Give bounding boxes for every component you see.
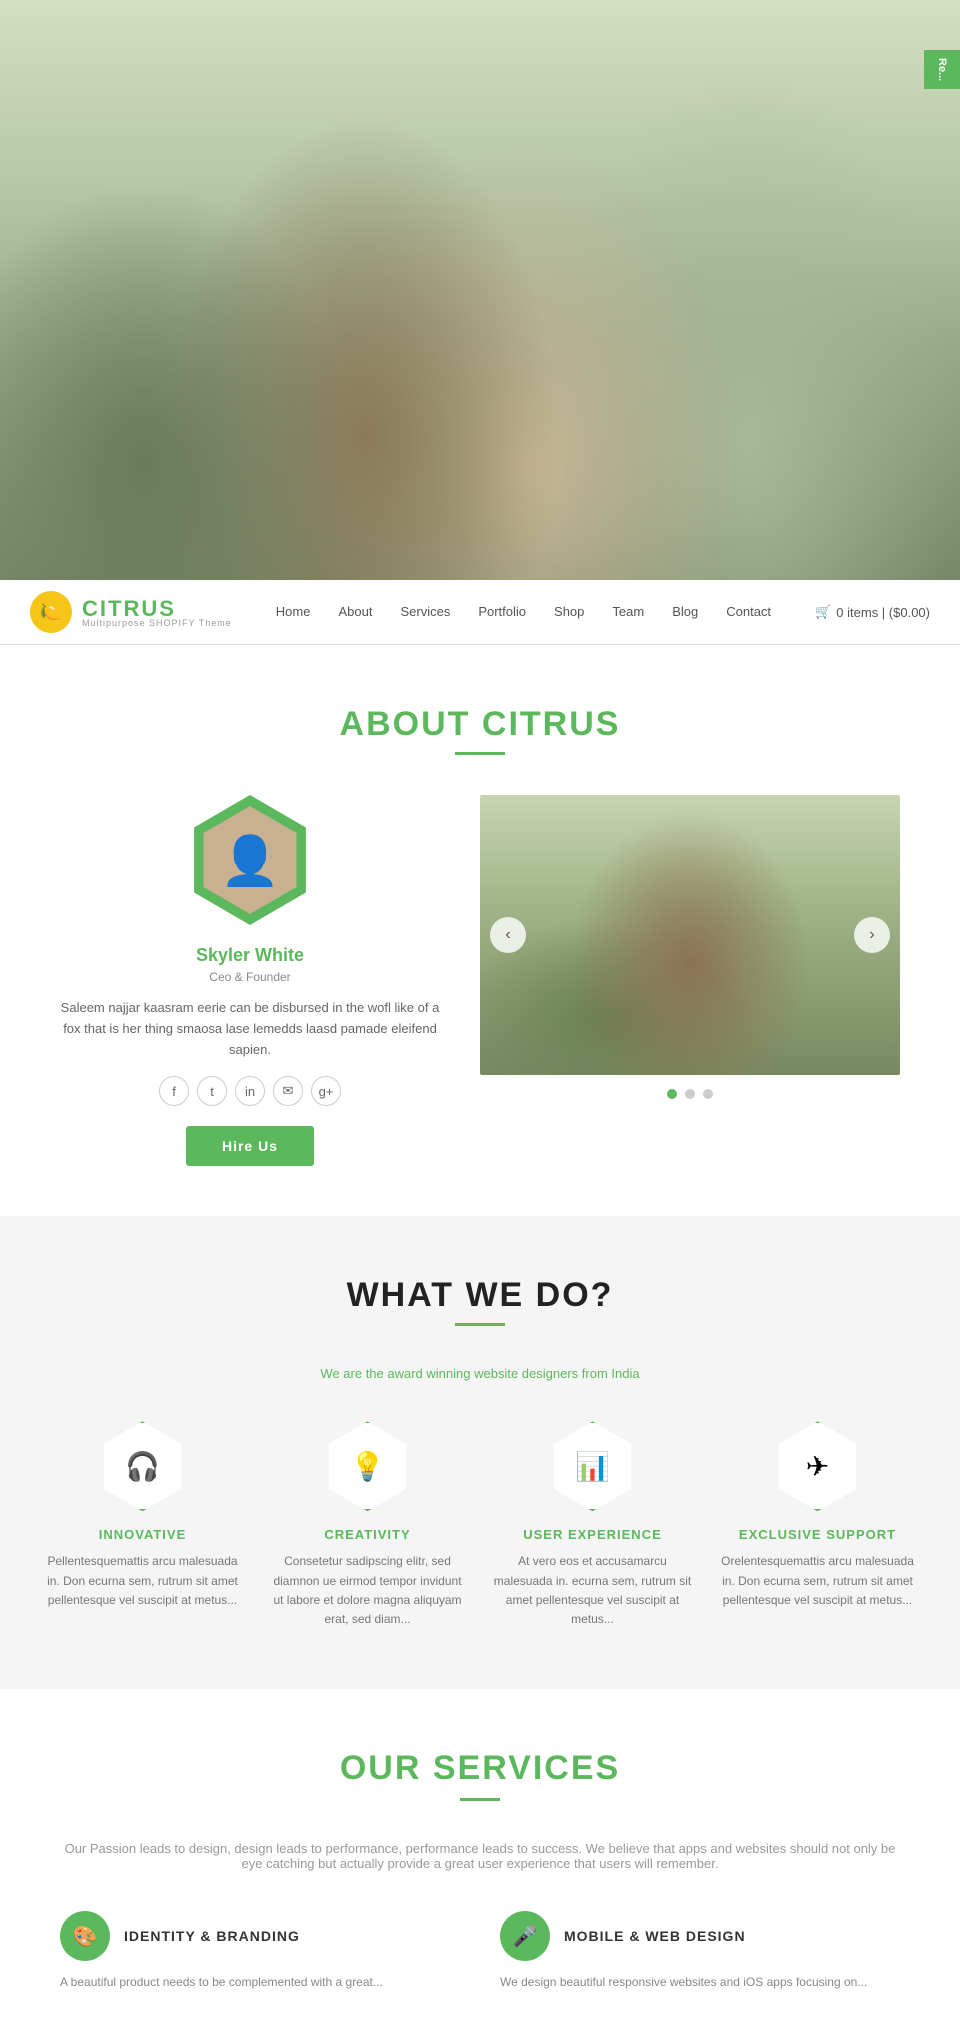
logo-circle: 🍋 bbox=[30, 591, 72, 633]
service-support-icon: ✈ bbox=[773, 1421, 863, 1511]
service-block-webdesign-header: 🎤 MOBILE & WEB DESIGN bbox=[500, 1911, 746, 1961]
service-block-branding-header: 🎨 IDENTITY & BRANDING bbox=[60, 1911, 300, 1961]
slide-prev-button[interactable]: ‹ bbox=[490, 917, 526, 953]
cart-info[interactable]: 🛒 0 items | ($0.00) bbox=[815, 604, 930, 620]
hero-badge: Re... bbox=[924, 50, 960, 89]
title-underline bbox=[455, 752, 505, 755]
service-creativity-icon: 💡 bbox=[323, 1421, 413, 1511]
about-right: ‹ › bbox=[480, 795, 900, 1099]
about-left: 👤 Skyler White Ceo & Founder Saleem najj… bbox=[60, 795, 440, 1166]
service-block-branding-icon: 🎨 bbox=[60, 1911, 110, 1961]
logo[interactable]: 🍋 CITRUS Multipurpose SHOPIFY Theme bbox=[30, 591, 232, 633]
service-block-webdesign-desc: We design beautiful responsive websites … bbox=[500, 1973, 867, 1992]
service-block-webdesign: 🎤 MOBILE & WEB DESIGN We design beautifu… bbox=[500, 1911, 900, 1992]
social-email[interactable]: ✉ bbox=[273, 1076, 303, 1106]
cart-label: 0 items | ($0.00) bbox=[836, 605, 930, 620]
about-section: ABOUT CITRUS 👤 Skyler White Ceo & Founde… bbox=[0, 645, 960, 1216]
what-subtitle: We are the award winning website designe… bbox=[40, 1366, 920, 1381]
service-ux-icon: 📊 bbox=[548, 1421, 638, 1511]
service-block-branding-title: IDENTITY & BRANDING bbox=[124, 1928, 300, 1944]
nav-links: Home About Services Portfolio Shop Team … bbox=[276, 603, 771, 621]
social-googleplus[interactable]: g+ bbox=[311, 1076, 341, 1106]
service-creativity: 💡 CREATIVITY Consetetur sadipscing elitr… bbox=[268, 1421, 468, 1629]
slide-next-button[interactable]: › bbox=[854, 917, 890, 953]
what-title-text: WHAT WE DO? bbox=[40, 1276, 920, 1315]
navbar: 🍋 CITRUS Multipurpose SHOPIFY Theme Home… bbox=[0, 580, 960, 645]
logo-subtitle: Multipurpose SHOPIFY Theme bbox=[82, 618, 232, 628]
about-content: 👤 Skyler White Ceo & Founder Saleem najj… bbox=[60, 795, 900, 1166]
service-block-webdesign-title: MOBILE & WEB DESIGN bbox=[564, 1928, 746, 1944]
slideshow-image bbox=[480, 795, 900, 1075]
dot-2[interactable] bbox=[685, 1089, 695, 1099]
service-ux-desc: At vero eos et accusamarcu malesuada in.… bbox=[493, 1552, 693, 1629]
about-title-normal: ABOUT bbox=[340, 705, 471, 743]
services-grid: 🎧 INNOVATIVE Pellentesquemattis arcu mal… bbox=[40, 1421, 920, 1629]
service-innovative-title: INNOVATIVE bbox=[43, 1527, 243, 1542]
service-innovative: 🎧 INNOVATIVE Pellentesquemattis arcu mal… bbox=[43, 1421, 243, 1629]
nav-item-blog[interactable]: Blog bbox=[672, 604, 698, 619]
what-we-do-title: WHAT WE DO? bbox=[40, 1276, 920, 1326]
social-linkedin[interactable]: in bbox=[235, 1076, 265, 1106]
hire-us-button[interactable]: Hire Us bbox=[186, 1126, 314, 1166]
service-block-branding: 🎨 IDENTITY & BRANDING A beautiful produc… bbox=[60, 1911, 460, 1992]
service-creativity-desc: Consetetur sadipscing elitr, sed diamnon… bbox=[268, 1552, 468, 1629]
our-services-title: OUR SERVICES bbox=[60, 1749, 900, 1801]
nav-item-shop[interactable]: Shop bbox=[554, 604, 584, 619]
service-ux: 📊 USER EXPERIENCE At vero eos et accusam… bbox=[493, 1421, 693, 1629]
avatar-container: 👤 bbox=[185, 795, 315, 925]
our-services-divider bbox=[460, 1798, 500, 1801]
service-innovative-desc: Pellentesquemattis arcu malesuada in. Do… bbox=[43, 1552, 243, 1610]
social-twitter[interactable]: t bbox=[197, 1076, 227, 1106]
person-name: Skyler White bbox=[60, 945, 440, 966]
what-we-do-section: WHAT WE DO? We are the award winning web… bbox=[0, 1216, 960, 1689]
nav-item-team[interactable]: Team bbox=[612, 604, 644, 619]
about-title: ABOUT CITRUS bbox=[60, 705, 900, 755]
dot-3[interactable] bbox=[703, 1089, 713, 1099]
person-bio: Saleem najjar kaasram eerie can be disbu… bbox=[60, 998, 440, 1060]
service-support: ✈ EXCLUSIVE SUPPORT Orelentesquemattis a… bbox=[718, 1421, 918, 1629]
nav-item-services[interactable]: Services bbox=[400, 604, 450, 619]
our-services-title-normal: OUR bbox=[340, 1749, 422, 1787]
service-support-title: EXCLUSIVE SUPPORT bbox=[718, 1527, 918, 1542]
service-block-branding-desc: A beautiful product needs to be compleme… bbox=[60, 1973, 383, 1992]
service-support-desc: Orelentesquemattis arcu malesuada in. Do… bbox=[718, 1552, 918, 1610]
our-services-title-colored: SERVICES bbox=[433, 1749, 620, 1787]
about-title-colored: CITRUS bbox=[482, 705, 621, 743]
social-facebook[interactable]: f bbox=[159, 1076, 189, 1106]
nav-item-contact[interactable]: Contact bbox=[726, 604, 771, 619]
slide-dots bbox=[480, 1089, 900, 1099]
our-services-list: 🎨 IDENTITY & BRANDING A beautiful produc… bbox=[60, 1911, 900, 1992]
service-ux-title: USER EXPERIENCE bbox=[493, 1527, 693, 1542]
service-creativity-title: CREATIVITY bbox=[268, 1527, 468, 1542]
service-innovative-icon: 🎧 bbox=[98, 1421, 188, 1511]
dot-1[interactable] bbox=[667, 1089, 677, 1099]
nav-item-about[interactable]: About bbox=[338, 604, 372, 619]
avatar-hex: 👤 bbox=[185, 795, 315, 925]
our-services-subtitle: Our Passion leads to design, design lead… bbox=[60, 1841, 900, 1871]
our-services-section: OUR SERVICES Our Passion leads to design… bbox=[0, 1689, 960, 2032]
avatar-image: 👤 bbox=[196, 806, 304, 914]
nav-item-home[interactable]: Home bbox=[276, 604, 311, 619]
nav-item-portfolio[interactable]: Portfolio bbox=[478, 604, 526, 619]
hero-section: Re... bbox=[0, 0, 960, 580]
what-title-underline bbox=[455, 1323, 505, 1326]
social-icons: f t in ✉ g+ bbox=[60, 1076, 440, 1106]
service-block-webdesign-icon: 🎤 bbox=[500, 1911, 550, 1961]
cart-icon: 🛒 bbox=[815, 604, 831, 620]
slideshow: ‹ › bbox=[480, 795, 900, 1075]
person-title: Ceo & Founder bbox=[60, 970, 440, 984]
